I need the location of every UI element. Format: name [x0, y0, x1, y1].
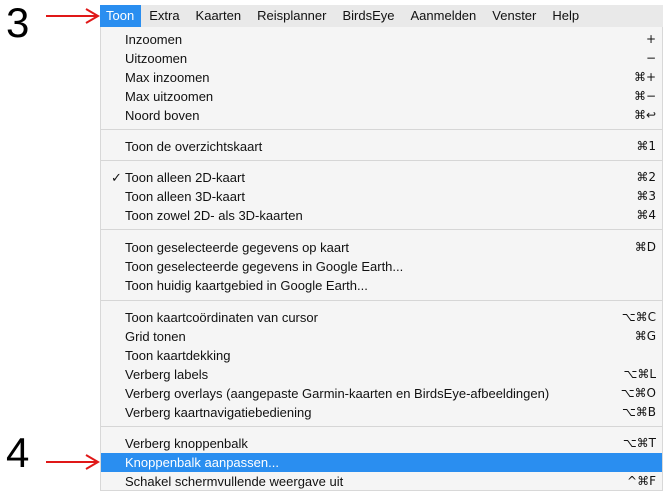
menu-item-kaartdekking[interactable]: Toon kaartdekking	[101, 346, 662, 365]
menu-item-label: Verberg knoppenbalk	[125, 436, 248, 451]
menu-item-shortcut: ⌘G	[634, 329, 656, 343]
menu-item-2d-en-3d-kaarten[interactable]: Toon zowel 2D- als 3D-kaarten ⌘4	[101, 206, 662, 225]
menu-item-label: Noord boven	[125, 108, 200, 123]
menu-item-shortcut: ⌘3	[636, 189, 656, 203]
step-number-3: 3	[6, 0, 30, 46]
menu-item-label: Toon de overzichtskaart	[125, 139, 263, 154]
menu-item-label: Grid tonen	[125, 329, 186, 344]
red-arrow-icon	[46, 8, 100, 24]
menu-item-label: Toon geselecteerde gegevens op kaart	[125, 240, 350, 255]
menu-item-shortcut: ⌘D	[634, 240, 656, 254]
menu-item-label: Uitzoomen	[125, 51, 188, 66]
menu-item-label: Toon kaartcoördinaten van cursor	[125, 310, 318, 325]
menu-separator	[101, 160, 662, 161]
menu-item-verberg-labels[interactable]: Verberg labels ⌥⌘L	[101, 365, 662, 384]
menu-item-label: Verberg labels	[125, 367, 209, 382]
menubar-item-kaarten[interactable]: Kaarten	[188, 5, 250, 27]
menu-item-shortcut: ⌥⌘L	[623, 367, 656, 381]
menu-item-shortcut: ⌥⌘T	[622, 436, 656, 450]
menu-item-label: Schakel schermvullende weergave uit	[125, 474, 344, 489]
menu-item-shortcut: ⌥⌘B	[621, 405, 656, 419]
menu-item-gegevens-op-kaart[interactable]: Toon geselecteerde gegevens op kaart ⌘D	[101, 238, 662, 257]
menu-item-label: Max uitzoomen	[125, 89, 214, 104]
menu-separator	[101, 229, 662, 230]
menubar-item-extra[interactable]: Extra	[141, 5, 187, 27]
menubar-item-birdseye[interactable]: BirdsEye	[334, 5, 402, 27]
menu-item-overzichtskaart[interactable]: Toon de overzichtskaart ⌘1	[101, 137, 662, 156]
menu-item-inzoomen[interactable]: Inzoomen +	[101, 30, 662, 49]
menu-item-alleen-3d-kaart[interactable]: Toon alleen 3D-kaart ⌘3	[101, 187, 662, 206]
menubar-item-venster[interactable]: Venster	[484, 5, 544, 27]
menu-item-kaartcoordinaten[interactable]: Toon kaartcoördinaten van cursor ⌥⌘C	[101, 308, 662, 327]
menu-item-gegevens-google-earth[interactable]: Toon geselecteerde gegevens in Google Ea…	[101, 257, 662, 276]
menu-item-label: Toon zowel 2D- als 3D-kaarten	[125, 208, 303, 223]
menu-item-shortcut: ⌘2	[636, 170, 656, 184]
menu-item-verberg-overlays[interactable]: Verberg overlays (aangepaste Garmin-kaar…	[101, 384, 662, 403]
checkmark-icon: ✓	[111, 170, 122, 185]
menubar-item-aanmelden[interactable]: Aanmelden	[403, 5, 485, 27]
menu-item-label: Toon alleen 2D-kaart	[125, 170, 245, 185]
menu-item-shortcut: +	[645, 32, 656, 46]
menu-item-label: Toon alleen 3D-kaart	[125, 189, 245, 204]
menu-item-label: Toon huidig kaartgebied in Google Earth.…	[125, 278, 368, 293]
menu-item-shortcut: −	[645, 51, 656, 65]
menu-item-label: Max inzoomen	[125, 70, 210, 85]
menu-item-knoppenbalk-aanpassen[interactable]: Knoppenbalk aanpassen...	[101, 453, 662, 472]
menu-item-shortcut: ⌘4	[636, 208, 656, 222]
red-arrow-icon	[46, 454, 100, 470]
menu-item-schermvullende-weergave[interactable]: Schakel schermvullende weergave uit ^⌘F	[101, 472, 662, 491]
toon-dropdown-menu: Inzoomen + Uitzoomen − Max inzoomen ⌘+ M…	[100, 27, 663, 491]
menu-item-max-uitzoomen[interactable]: Max uitzoomen ⌘−	[101, 87, 662, 106]
menu-item-alleen-2d-kaart[interactable]: ✓ Toon alleen 2D-kaart ⌘2	[101, 168, 662, 187]
menu-item-max-inzoomen[interactable]: Max inzoomen ⌘+	[101, 68, 662, 87]
menu-bar: Toon Extra Kaarten Reisplanner BirdsEye …	[100, 5, 663, 28]
menu-item-shortcut: ⌥⌘O	[620, 386, 656, 400]
menu-separator	[101, 300, 662, 301]
menu-item-shortcut: ⌘↩	[633, 108, 656, 122]
menu-item-verberg-knoppenbalk[interactable]: Verberg knoppenbalk ⌥⌘T	[101, 434, 662, 453]
menu-item-label: Verberg kaartnavigatiebediening	[125, 405, 312, 420]
menu-item-kaartgebied-google-earth[interactable]: Toon huidig kaartgebied in Google Earth.…	[101, 276, 662, 295]
menu-item-label: Toon geselecteerde gegevens in Google Ea…	[125, 259, 404, 274]
menu-item-shortcut: ^⌘F	[627, 474, 656, 488]
menu-separator	[101, 426, 662, 427]
menu-item-shortcut: ⌘1	[636, 139, 656, 153]
menu-item-label: Toon kaartdekking	[125, 348, 231, 363]
menubar-item-toon[interactable]: Toon	[100, 5, 142, 27]
menu-item-label: Inzoomen	[125, 32, 183, 47]
menu-item-shortcut: ⌘+	[633, 70, 656, 84]
menubar-item-help[interactable]: Help	[544, 5, 587, 27]
menu-item-grid-tonen[interactable]: Grid tonen ⌘G	[101, 327, 662, 346]
menu-separator	[101, 129, 662, 130]
menu-item-label: Knoppenbalk aanpassen...	[125, 455, 279, 470]
menu-item-shortcut: ⌘−	[633, 89, 656, 103]
step-number-4: 4	[6, 429, 30, 476]
menu-item-verberg-kaartnavigatie[interactable]: Verberg kaartnavigatiebediening ⌥⌘B	[101, 403, 662, 422]
menu-item-label: Verberg overlays (aangepaste Garmin-kaar…	[125, 386, 550, 401]
menubar-item-reisplanner[interactable]: Reisplanner	[249, 5, 334, 27]
menu-item-shortcut: ⌥⌘C	[621, 310, 656, 324]
menu-item-uitzoomen[interactable]: Uitzoomen −	[101, 49, 662, 68]
menu-item-noord-boven[interactable]: Noord boven ⌘↩	[101, 106, 662, 125]
